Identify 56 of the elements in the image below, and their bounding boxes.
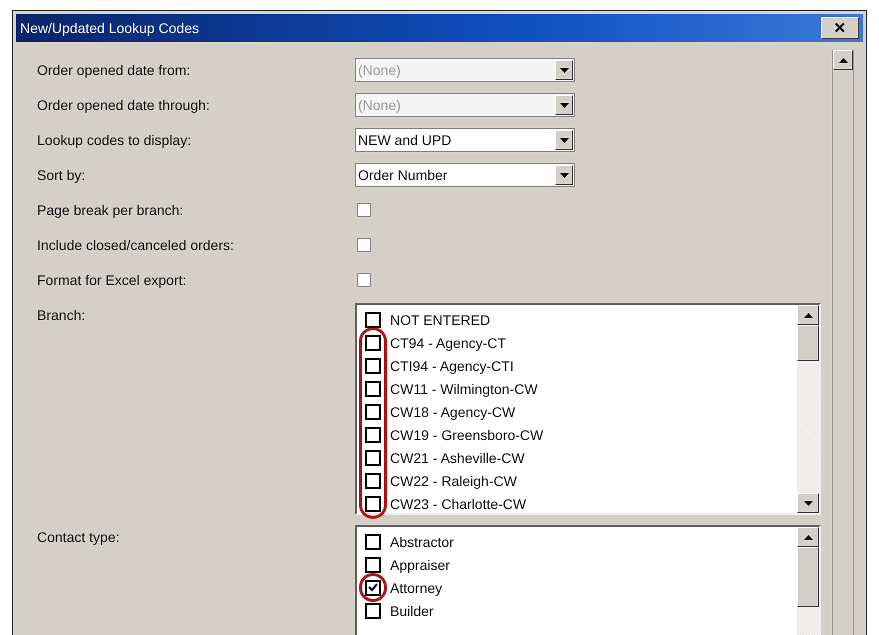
item-label[interactable]: CW18 - Agency-CW bbox=[390, 404, 516, 420]
checkbox[interactable] bbox=[365, 312, 381, 328]
checkbox[interactable] bbox=[365, 472, 381, 488]
item-label[interactable]: Appraiser bbox=[390, 556, 450, 572]
item-label[interactable]: Builder bbox=[390, 602, 434, 618]
field-label: Lookup codes to display: bbox=[37, 131, 192, 148]
checkbox[interactable] bbox=[365, 334, 381, 350]
item-label[interactable]: Attorney bbox=[390, 580, 442, 596]
scroll-up-icon bbox=[838, 58, 848, 62]
checkbox[interactable] bbox=[365, 556, 381, 572]
item-label[interactable]: CTI94 - Agency-CTI bbox=[390, 358, 514, 374]
item-label[interactable]: CW21 - Asheville-CW bbox=[390, 450, 525, 466]
scroll-thumb[interactable] bbox=[797, 325, 819, 361]
item-label[interactable]: CW19 - Greensboro-CW bbox=[390, 426, 544, 442]
item-label[interactable]: CT94 - Agency-CT bbox=[390, 334, 506, 350]
field-label: Contact type: bbox=[37, 528, 120, 545]
field-label: Sort by: bbox=[37, 166, 86, 183]
close-button[interactable]: ✕ bbox=[821, 17, 859, 39]
checkbox[interactable] bbox=[357, 203, 371, 217]
dropdown[interactable]: Order Number bbox=[355, 163, 575, 187]
checkbox[interactable] bbox=[357, 273, 371, 287]
scrollbar[interactable] bbox=[797, 527, 819, 635]
item-label[interactable]: CW23 - Charlotte-CW bbox=[390, 496, 526, 512]
scroll-thumb[interactable] bbox=[797, 547, 819, 607]
item-label[interactable]: CW22 - Raleigh-CW bbox=[390, 472, 517, 488]
checkbox[interactable] bbox=[365, 450, 381, 466]
scroll-up-icon bbox=[804, 312, 812, 318]
scrollbar[interactable] bbox=[832, 50, 854, 635]
scroll-up-icon bbox=[804, 534, 812, 540]
scroll-down-icon bbox=[804, 500, 812, 506]
window-title: New/Updated Lookup Codes bbox=[20, 20, 200, 36]
checkbox[interactable] bbox=[365, 534, 381, 550]
field-label: Include closed/canceled orders: bbox=[37, 236, 235, 253]
checkbox[interactable] bbox=[365, 380, 381, 396]
checkbox[interactable] bbox=[365, 426, 381, 442]
item-label[interactable]: Abstractor bbox=[390, 534, 454, 550]
checkbox[interactable] bbox=[365, 404, 381, 420]
scrollbar[interactable] bbox=[797, 305, 819, 513]
checkmark-icon bbox=[368, 583, 378, 592]
checkbox[interactable] bbox=[365, 496, 381, 512]
dropdown[interactable]: NEW and UPD bbox=[355, 128, 575, 152]
field-label: Order opened date from: bbox=[37, 61, 192, 78]
item-label[interactable]: CW11 - Wilmington-CW bbox=[390, 380, 538, 396]
dropdown-arrow-icon bbox=[560, 68, 568, 72]
item-label[interactable]: NOT ENTERED bbox=[390, 312, 490, 328]
dropdown-arrow-icon bbox=[560, 172, 568, 178]
checkbox[interactable] bbox=[365, 580, 381, 596]
field-label: Order opened date through: bbox=[37, 96, 211, 113]
dropdown-arrow-icon bbox=[560, 102, 568, 108]
checkbox[interactable] bbox=[357, 238, 371, 252]
field-label: Branch: bbox=[37, 306, 86, 323]
field-label: Page break per branch: bbox=[37, 201, 184, 218]
checkbox[interactable] bbox=[365, 358, 381, 374]
checkbox[interactable] bbox=[365, 602, 381, 618]
dropdown-arrow-icon bbox=[560, 138, 568, 142]
field-label: Format for Excel export: bbox=[37, 271, 188, 288]
